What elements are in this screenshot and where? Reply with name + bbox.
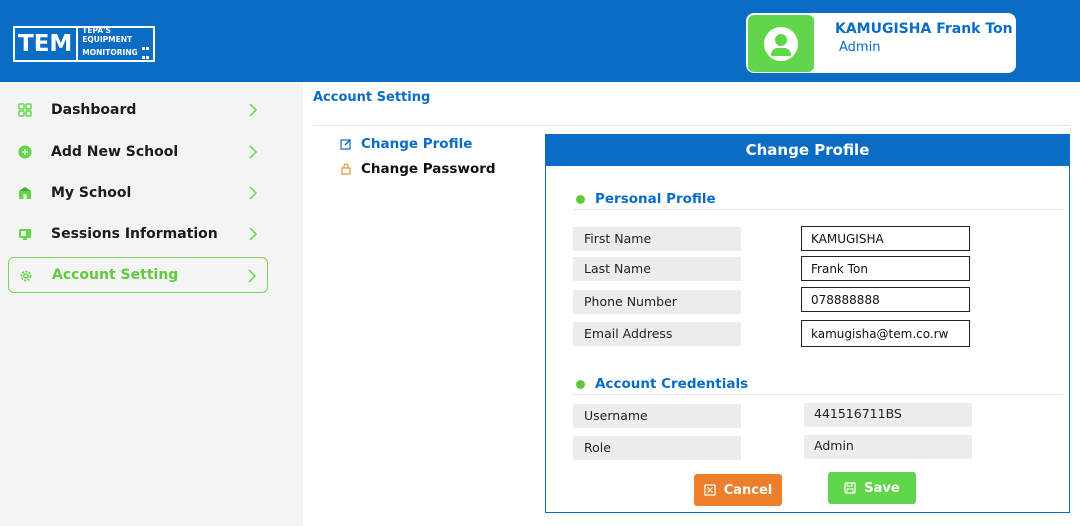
chevron-right-icon — [249, 227, 258, 241]
dashboard-grid-icon — [18, 103, 32, 117]
username-value: 441516711BS — [804, 403, 972, 427]
sessions-icon — [19, 229, 31, 240]
logo-main-text: TEM — [18, 31, 73, 57]
sidebar-item-my-school[interactable]: My School — [8, 175, 268, 211]
save-button[interactable]: Save — [828, 472, 916, 504]
divider — [573, 394, 1063, 395]
sidebar-item-label: My School — [51, 185, 132, 201]
last-name-label: Last Name — [573, 257, 741, 281]
save-icon — [844, 482, 856, 494]
chevron-right-icon — [249, 145, 258, 159]
email-address-field[interactable] — [801, 320, 970, 347]
user-profile-card[interactable]: KAMUGISHA Frank Ton Admin — [746, 13, 1016, 73]
logo-line-2: EQUIPMENT — [82, 35, 133, 44]
section-title-text: Account Credentials — [595, 376, 749, 392]
sidebar-item-label: Dashboard — [51, 102, 137, 118]
sidebar-item-label: Account Setting — [52, 267, 179, 283]
change-profile-link[interactable]: Change Profile — [340, 136, 472, 152]
email-address-label: Email Address — [573, 322, 741, 346]
avatar[interactable] — [748, 15, 814, 72]
account-credentials-heading: Account Credentials — [576, 376, 748, 392]
phone-number-label: Phone Number — [573, 290, 741, 314]
page-title: Account Setting — [313, 90, 431, 105]
user-role: Admin — [839, 40, 881, 55]
panel-title: Change Profile — [546, 135, 1069, 166]
close-icon — [704, 484, 716, 496]
username-label: Username — [573, 404, 741, 428]
logo-line-1: TEPA'S — [82, 26, 111, 35]
section-title-text: Personal Profile — [595, 191, 716, 207]
last-name-field[interactable] — [801, 256, 970, 281]
divider — [313, 125, 1070, 126]
logo-line-3: MONITORING — [82, 48, 138, 57]
sidebar: Dashboard Add New School My School Sessi… — [0, 82, 303, 526]
school-building-icon — [19, 187, 31, 199]
logo-divider — [76, 27, 79, 61]
info-icon — [576, 379, 585, 389]
change-password-link[interactable]: Change Password — [340, 161, 496, 177]
sidebar-item-dashboard[interactable]: Dashboard — [8, 92, 268, 128]
lock-icon — [341, 163, 351, 175]
user-circle-icon — [764, 26, 798, 61]
first-name-field[interactable] — [801, 226, 970, 251]
logo-subtitle: TEPA'S EQUIPMENT MONITORING — [82, 26, 150, 62]
change-password-label: Change Password — [361, 161, 496, 177]
cancel-label: Cancel — [723, 482, 773, 498]
top-header: TEM TEPA'S EQUIPMENT MONITORING KAMUGISH… — [0, 0, 1080, 82]
cancel-button[interactable]: Cancel — [694, 474, 782, 506]
plus-circle-icon — [18, 145, 32, 159]
user-name: KAMUGISHA Frank Ton — [835, 21, 1013, 37]
save-label: Save — [864, 480, 900, 496]
sidebar-item-label: Sessions Information — [51, 226, 218, 242]
edit-icon — [340, 138, 352, 150]
sidebar-item-label: Add New School — [51, 144, 179, 160]
personal-profile-heading: Personal Profile — [576, 191, 716, 207]
change-profile-label: Change Profile — [361, 136, 473, 152]
divider — [573, 209, 1063, 210]
chevron-right-icon — [248, 269, 257, 283]
phone-number-field[interactable] — [801, 287, 970, 312]
role-label: Role — [573, 436, 741, 460]
chevron-right-icon — [249, 103, 258, 117]
sidebar-item-sessions-information[interactable]: Sessions Information — [8, 216, 268, 252]
gear-icon — [20, 270, 32, 282]
sidebar-item-account-setting[interactable]: Account Setting — [8, 257, 268, 293]
logo-dots-icon — [142, 44, 150, 62]
role-value: Admin — [804, 435, 972, 459]
sidebar-item-add-new-school[interactable]: Add New School — [8, 134, 268, 170]
change-profile-panel: Change Profile Personal Profile First Na… — [545, 134, 1070, 513]
first-name-label: First Name — [573, 227, 741, 251]
chevron-right-icon — [249, 186, 258, 200]
info-icon — [576, 194, 585, 204]
app-logo[interactable]: TEM TEPA'S EQUIPMENT MONITORING — [13, 26, 155, 62]
